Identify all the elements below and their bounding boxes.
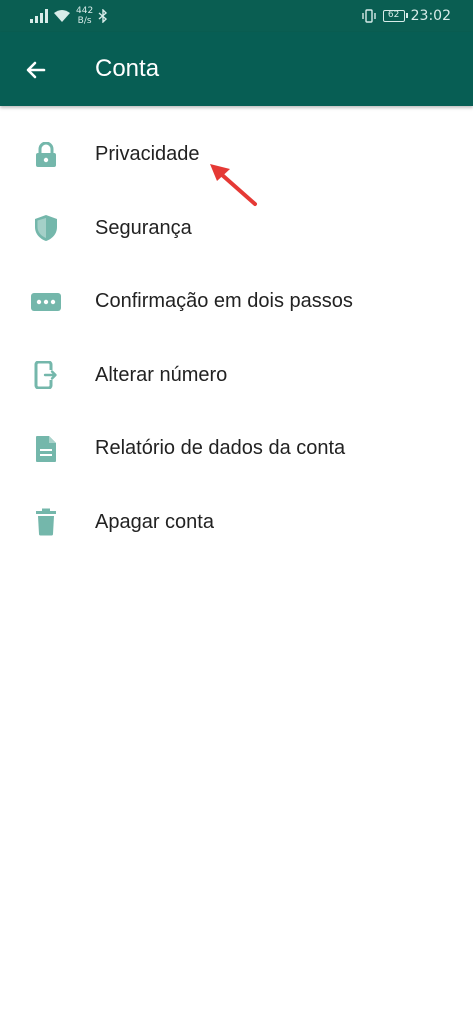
menu-item-account-report[interactable]: Relatório de dados da conta xyxy=(0,412,473,486)
phone-change-icon xyxy=(30,359,62,391)
status-bar: 442 B/s 62 23:02 xyxy=(0,0,473,32)
menu-item-two-step[interactable]: Confirmação em dois passos xyxy=(0,265,473,339)
menu-item-delete-account[interactable]: Apagar conta xyxy=(0,486,473,560)
menu-item-label: Privacidade xyxy=(95,143,200,166)
arrow-left-icon xyxy=(26,61,46,79)
shield-icon xyxy=(30,212,62,244)
network-speed-value: 442 xyxy=(76,6,94,16)
menu-item-change-number[interactable]: Alterar número xyxy=(0,339,473,413)
back-button[interactable] xyxy=(20,54,52,86)
battery-indicator: 62 xyxy=(382,10,408,22)
bluetooth-icon xyxy=(98,9,108,23)
document-icon xyxy=(30,433,62,465)
network-speed-unit: B/s xyxy=(77,16,92,26)
menu-item-label: Relatório de dados da conta xyxy=(95,437,346,460)
menu-item-label: Segurança xyxy=(95,216,192,239)
signal-icon xyxy=(30,9,48,23)
network-speed: 442 B/s xyxy=(76,6,93,26)
lock-icon xyxy=(30,139,62,171)
menu-item-label: Alterar número xyxy=(95,363,228,386)
status-left: 442 B/s xyxy=(30,4,108,28)
menu-item-label: Confirmação em dois passos xyxy=(95,290,353,313)
status-right: 62 23:02 xyxy=(361,4,451,28)
trash-icon xyxy=(30,506,62,538)
page-title: Conta xyxy=(95,55,160,82)
wifi-icon xyxy=(54,10,70,22)
vibrate-icon xyxy=(361,9,376,23)
clock: 23:02 xyxy=(410,8,451,24)
annotation-arrow-icon xyxy=(210,164,257,206)
dots-icon xyxy=(30,286,62,318)
menu-item-label: Apagar conta xyxy=(95,510,214,533)
app-bar: Conta xyxy=(0,32,473,106)
